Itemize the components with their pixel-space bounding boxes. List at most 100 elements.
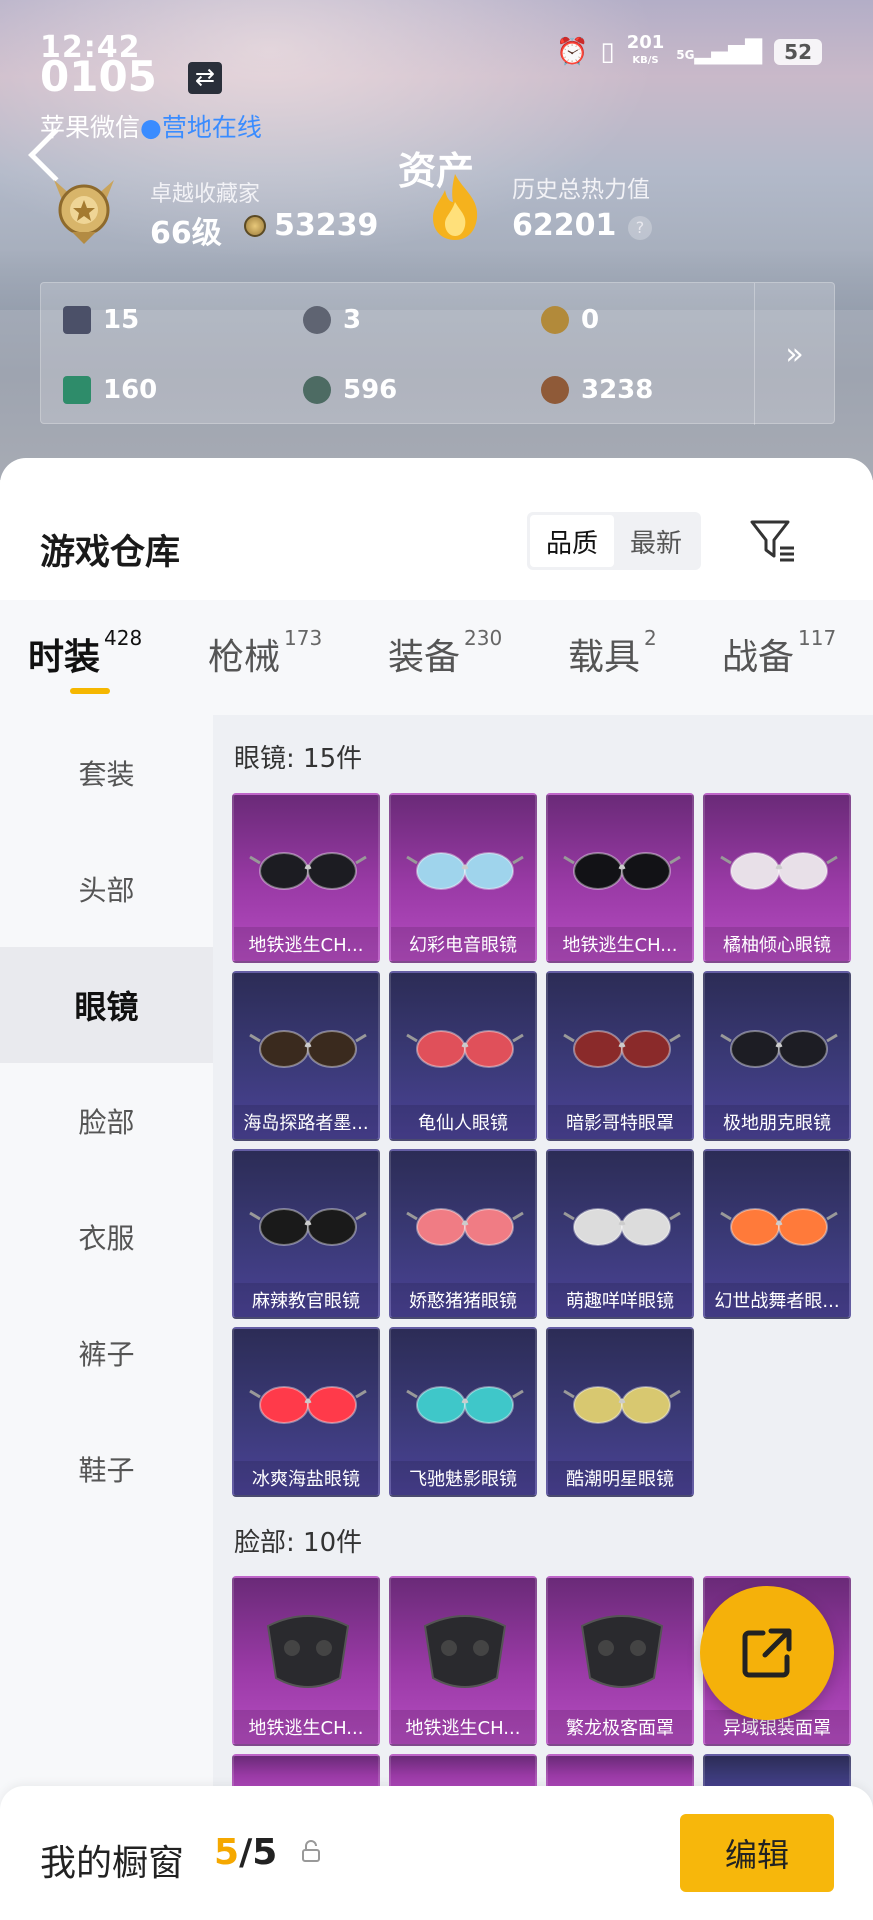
item-name: 地铁逃生CH... [234, 1710, 378, 1744]
card-icon [63, 306, 91, 334]
glasses-icon [720, 1030, 838, 1068]
item-name: 繁龙极客面罩 [548, 1710, 692, 1744]
tab-fashion[interactable]: 时装 428 [28, 626, 142, 680]
stat-item[interactable]: 3 [303, 305, 361, 335]
glasses-item-card[interactable]: 酷潮明星眼镜 [546, 1327, 694, 1497]
item-name: 地铁逃生CH... [391, 1710, 535, 1744]
filter-icon[interactable] [748, 516, 796, 564]
share-icon [742, 1628, 792, 1678]
silver-coin-icon [303, 306, 331, 334]
clock-overlay: 0105 [40, 52, 157, 101]
glasses-icon [249, 1208, 367, 1246]
glasses-icon [249, 852, 367, 890]
showcase-count: 5/5 [214, 1832, 278, 1873]
glasses-item-card[interactable]: 地铁逃生CH... [546, 793, 694, 963]
item-name: 海岛探路者墨... [234, 1105, 378, 1139]
heat-value: 62201 [512, 208, 617, 243]
item-name: 地铁逃生CH... [548, 927, 692, 961]
glasses-icon [406, 1208, 524, 1246]
glasses-item-card[interactable]: 飞驰魅影眼镜 [389, 1327, 537, 1497]
item-name: 萌趣咩咩眼镜 [548, 1283, 692, 1317]
face-item-card[interactable]: 地铁逃生CH... [232, 1576, 380, 1746]
glasses-item-card[interactable]: 幻彩电音眼镜 [389, 793, 537, 963]
section-title-face: 脸部: 10件 [234, 1528, 363, 1558]
token-icon [303, 376, 331, 404]
account-line: 苹果微信●营地在线 [40, 113, 262, 142]
glasses-item-card[interactable]: 极地朋克眼镜 [703, 971, 851, 1141]
currency-panel: 15 3 0 160 596 3238 » [40, 282, 835, 425]
glasses-icon [406, 1030, 524, 1068]
warehouse-title: 游戏仓库 [40, 533, 181, 573]
sort-toggle: 品质 最新 [527, 512, 701, 570]
face-item-card[interactable]: 地铁逃生CH... [389, 1576, 537, 1746]
sidebar-item-outfit[interactable]: 套装 [0, 715, 213, 831]
sidebar: 套装 头部 眼镜 脸部 衣服 裤子 鞋子 [0, 715, 213, 1920]
glasses-item-card[interactable]: 地铁逃生CH... [232, 793, 380, 963]
edit-button[interactable]: 编辑 [680, 1814, 834, 1892]
stat-item[interactable]: 3238 [541, 375, 653, 405]
mask-icon [580, 1615, 664, 1688]
more-assets-button[interactable]: » [754, 283, 834, 425]
sidebar-item-shoes[interactable]: 鞋子 [0, 1411, 213, 1527]
item-name: 地铁逃生CH... [234, 927, 378, 961]
glasses-icon [249, 1030, 367, 1068]
item-name: 幻彩电音眼镜 [391, 927, 535, 961]
coin-value: 53239 [274, 208, 379, 243]
sidebar-item-glasses[interactable]: 眼镜 [0, 947, 213, 1063]
item-name: 幻世战舞者眼... [705, 1283, 849, 1317]
coin-icon [244, 215, 266, 237]
glasses-item-card[interactable]: 冰爽海盐眼镜 [232, 1327, 380, 1497]
glasses-item-card[interactable]: 娇憨猪猪眼镜 [389, 1149, 537, 1319]
mask-icon [423, 1615, 507, 1688]
level-medal-icon [54, 180, 114, 244]
network-speed: 201 KB/S [626, 32, 665, 67]
tab-weapons[interactable]: 枪械 173 [208, 626, 322, 680]
stat-item[interactable]: 596 [303, 375, 397, 405]
heat-title: 历史总热力值 [512, 177, 650, 203]
mask-icon [266, 1615, 350, 1688]
switch-account-icon[interactable]: ⇄ [188, 62, 222, 94]
sort-quality-button[interactable]: 品质 [530, 515, 614, 567]
glasses-icon [249, 1386, 367, 1424]
battery-indicator: 52 [774, 39, 822, 65]
item-name: 飞驰魅影眼镜 [391, 1461, 535, 1495]
glasses-icon [406, 852, 524, 890]
stat-item[interactable]: 160 [63, 375, 157, 405]
glasses-item-card[interactable]: 幻世战舞者眼... [703, 1149, 851, 1319]
face-item-card[interactable]: 繁龙极客面罩 [546, 1576, 694, 1746]
sidebar-item-head[interactable]: 头部 [0, 831, 213, 947]
item-name: 龟仙人眼镜 [391, 1105, 535, 1139]
lock-icon [302, 1840, 320, 1862]
item-name: 暗影哥特眼罩 [548, 1105, 692, 1139]
glasses-icon [563, 1030, 681, 1068]
level-title: 卓越收藏家 [150, 182, 261, 207]
glasses-item-card[interactable]: 海岛探路者墨... [232, 971, 380, 1141]
glasses-item-card[interactable]: 橘柚倾心眼镜 [703, 793, 851, 963]
glasses-item-card[interactable]: 龟仙人眼镜 [389, 971, 537, 1141]
item-name: 冰爽海盐眼镜 [234, 1461, 378, 1495]
glasses-item-card[interactable]: 萌趣咩咩眼镜 [546, 1149, 694, 1319]
tab-active-indicator [70, 688, 110, 694]
tab-supplies[interactable]: 战备 117 [722, 626, 836, 680]
share-button[interactable] [700, 1586, 834, 1720]
ticket-icon [63, 376, 91, 404]
sidebar-item-pants[interactable]: 裤子 [0, 1295, 213, 1411]
help-icon[interactable]: ? [628, 216, 652, 240]
item-name: 橘柚倾心眼镜 [705, 927, 849, 961]
sort-latest-button[interactable]: 最新 [614, 515, 698, 567]
item-name: 娇憨猪猪眼镜 [391, 1283, 535, 1317]
sidebar-item-clothes[interactable]: 衣服 [0, 1179, 213, 1295]
section-title-glasses: 眼镜: 15件 [234, 744, 363, 774]
glasses-item-card[interactable]: 麻辣教官眼镜 [232, 1149, 380, 1319]
stat-item[interactable]: 0 [541, 305, 599, 335]
signal-icon: 5G▂▄▆█ [676, 39, 763, 65]
tab-equipment[interactable]: 装备 230 [388, 626, 502, 680]
tab-vehicles[interactable]: 载具 2 [568, 626, 657, 680]
glasses-icon [720, 852, 838, 890]
level-value: 66级 [150, 216, 222, 251]
sidebar-item-face[interactable]: 脸部 [0, 1063, 213, 1179]
glasses-item-card[interactable]: 暗影哥特眼罩 [546, 971, 694, 1141]
glasses-icon [563, 1208, 681, 1246]
heat-flame-icon [433, 174, 478, 240]
stat-item[interactable]: 15 [63, 305, 139, 335]
